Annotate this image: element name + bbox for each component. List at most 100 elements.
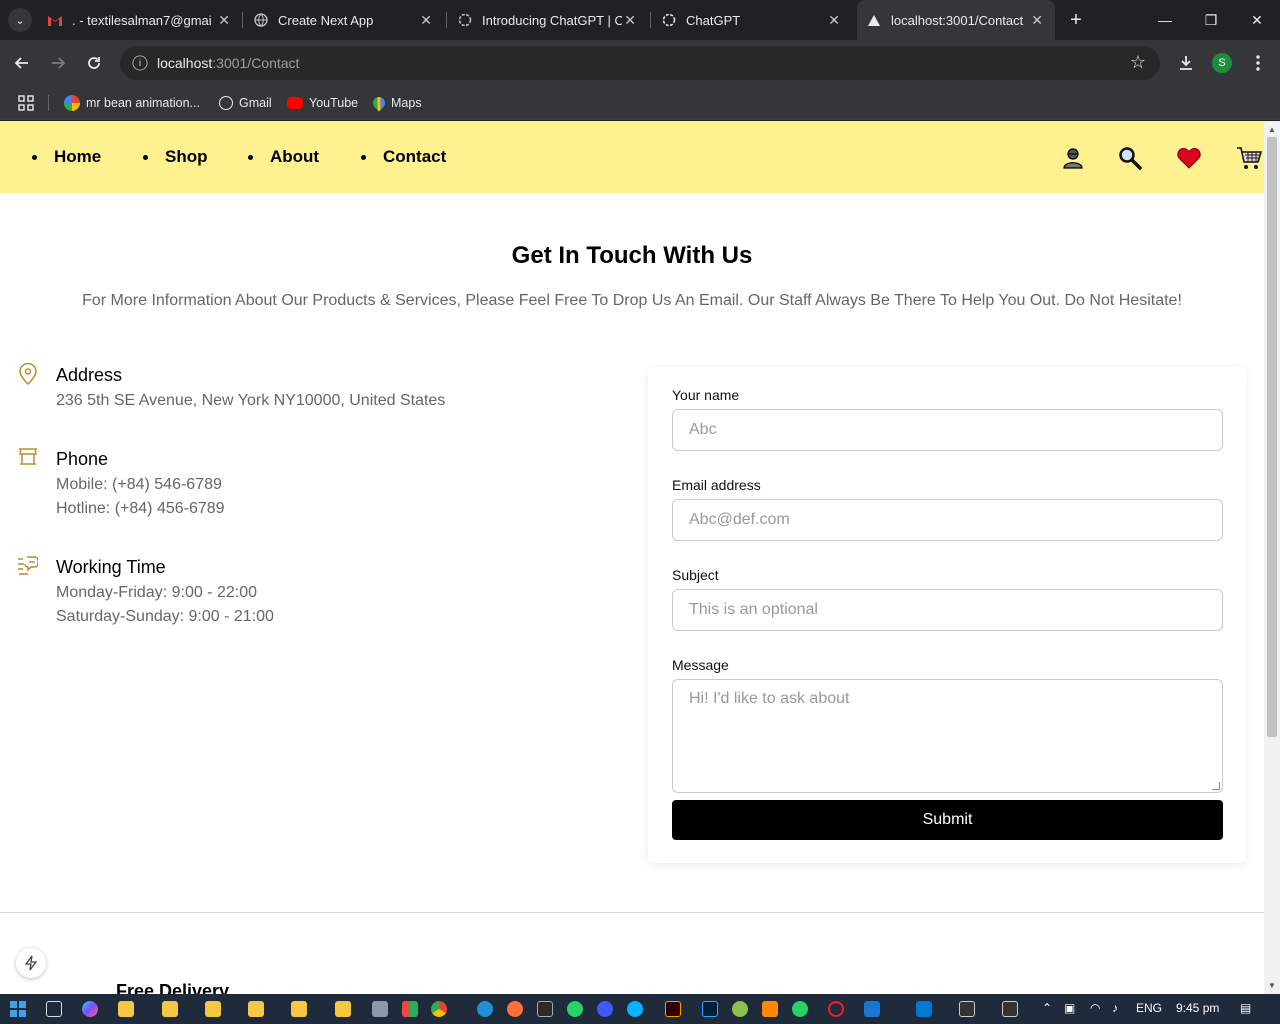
back-button[interactable] [10,51,34,75]
bookmark-item[interactable]: Gmail [219,92,272,114]
bookmark-item[interactable]: YouTube [287,92,358,114]
minimize-button[interactable]: — [1142,0,1188,40]
app-icon[interactable] [627,1001,643,1017]
app-icon[interactable] [402,1001,418,1017]
volume-icon[interactable]: ♪ [1112,1001,1118,1015]
notification-icon[interactable]: ▤ [1240,1001,1251,1015]
browser-tab[interactable]: Introducing ChatGPT | Op ✕ [448,0,648,40]
name-input[interactable]: Abc [672,409,1223,451]
language-indicator[interactable]: ENG [1136,1001,1162,1015]
heart-icon[interactable] [1176,145,1202,171]
clock[interactable]: 9:45 pm [1176,1001,1219,1015]
photoshop-icon[interactable] [702,1001,718,1017]
browser-toolbar: i localhost:3001/Contact ☆ [0,40,1280,86]
apps-icon[interactable] [18,92,34,114]
subject-placeholder: This is an optional [689,601,818,618]
cart-icon[interactable] [1236,145,1262,171]
folder-icon[interactable] [291,1001,307,1017]
app-icon[interactable] [537,1001,553,1017]
task-view-icon[interactable] [46,1001,62,1017]
scrollbar-thumb[interactable] [1267,137,1277,737]
opera-icon[interactable] [828,1001,844,1017]
scroll-down-icon[interactable]: ▼ [1268,981,1276,990]
site-info-icon[interactable]: i [132,55,148,71]
browser-tab[interactable]: ChatGPT ✕ [652,0,852,40]
folder-icon[interactable] [335,1001,351,1017]
vscode-icon[interactable] [916,1001,932,1017]
folder-icon[interactable] [248,1001,264,1017]
camera-icon[interactable]: ▣ [1064,1001,1075,1015]
nav-about[interactable]: About [248,147,319,167]
submit-button[interactable]: Submit [672,800,1223,840]
windows-start-icon[interactable] [10,1001,26,1022]
nav-home[interactable]: Home [32,147,101,167]
folder-icon[interactable] [205,1001,221,1017]
nav-label: Shop [165,147,208,166]
bookmark-label: YouTube [309,96,359,110]
nav-contact[interactable]: Contact [361,147,446,167]
whatsapp-icon[interactable] [567,1001,583,1017]
hours-weekday: Monday-Friday: 9:00 - 22:00 [56,584,257,601]
resize-handle-icon[interactable] [1212,782,1220,790]
terminal-icon[interactable] [1002,1001,1018,1017]
whatsapp-icon[interactable] [792,1001,808,1017]
scroll-up-icon[interactable]: ▲ [1268,125,1276,134]
close-icon[interactable]: ✕ [1031,12,1043,29]
bookmark-label: Gmail [239,96,272,110]
tab-title: ChatGPT [686,12,741,28]
browser-tab-active[interactable]: localhost:3001/Contact ✕ [857,0,1055,40]
menu-button[interactable] [1246,51,1270,75]
profile-avatar[interactable]: S [1212,53,1232,73]
bullet [143,154,148,160]
terminal-icon[interactable] [959,1001,975,1017]
calculator-icon[interactable] [372,1001,388,1017]
arrow-right-icon [52,57,66,69]
more-vert-icon [1256,55,1260,71]
close-window-button[interactable]: ✕ [1234,0,1280,40]
close-icon[interactable]: ✕ [218,12,230,29]
search-icon[interactable] [1117,145,1143,171]
new-tab-button[interactable]: + [1064,8,1088,32]
reload-button[interactable] [82,51,106,75]
bolt-icon[interactable] [16,948,46,978]
subject-input[interactable]: This is an optional [672,589,1223,631]
url-text[interactable]: localhost:3001/Contact [157,55,299,71]
address-bar[interactable]: i localhost:3001/Contact ☆ [120,46,1160,80]
folder-icon[interactable] [162,1001,178,1017]
folder-icon[interactable] [118,1001,134,1017]
user-icon[interactable] [1060,145,1086,171]
arrow-left-icon [14,57,28,69]
bookmark-item[interactable]: mr bean animation... [64,92,200,114]
bookmark-label: mr bean animation... [86,96,200,110]
message-textarea[interactable]: Hi! I'd like to ask about [672,679,1223,793]
location-pin-icon [19,363,37,385]
close-icon[interactable]: ✕ [624,12,636,29]
wifi-icon[interactable]: ◠ [1090,1001,1100,1015]
address-title: Address [56,365,123,385]
browser-tab[interactable]: . - textilesalman7@gmail. ✕ [38,0,242,40]
page-scrollbar[interactable]: ▲ ▼ [1264,121,1280,994]
browser-tab[interactable]: Create Next App ✕ [244,0,444,40]
nav-shop[interactable]: Shop [143,147,208,167]
close-icon[interactable]: ✕ [420,12,432,29]
app-icon[interactable] [732,1001,748,1017]
chrome-icon[interactable] [431,1001,447,1017]
app-icon[interactable] [864,1001,880,1017]
app-icon[interactable] [597,1001,613,1017]
name-label: Your name [672,387,740,403]
chevron-up-icon[interactable]: ⌃ [1042,1001,1052,1015]
bookmark-item[interactable]: Maps [370,92,422,114]
phone-mobile: Mobile: (+84) 546-6789 [56,476,222,493]
vlc-icon[interactable] [762,1001,778,1017]
download-button[interactable] [1174,51,1198,75]
tab-search-button[interactable]: ⌄ [8,8,32,32]
illustrator-icon[interactable] [665,1001,681,1017]
restore-button[interactable]: ❐ [1188,0,1234,40]
forward-button[interactable] [46,51,70,75]
edge-icon[interactable] [477,1001,493,1017]
bookmark-star-icon[interactable]: ☆ [1130,52,1146,73]
firefox-icon[interactable] [507,1001,523,1017]
copilot-icon[interactable] [82,1001,98,1017]
close-icon[interactable]: ✕ [828,12,840,29]
email-input[interactable]: Abc@def.com [672,499,1223,541]
